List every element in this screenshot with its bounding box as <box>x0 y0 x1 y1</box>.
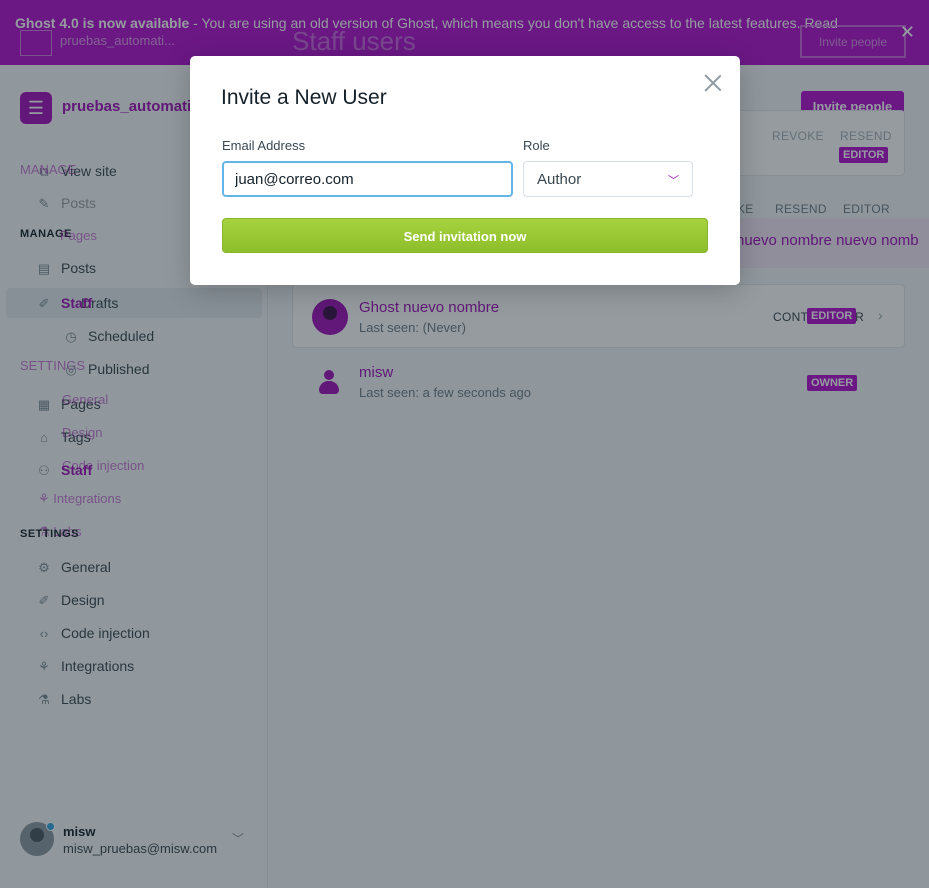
role-label: Role <box>523 138 550 153</box>
email-label: Email Address <box>222 138 306 153</box>
email-field[interactable] <box>222 161 513 197</box>
invite-user-modal: Invite a New User Email Address Role Aut… <box>190 56 740 285</box>
close-icon[interactable] <box>702 72 724 94</box>
role-select[interactable]: Author ﹀ <box>523 161 693 197</box>
modal-title: Invite a New User <box>221 86 387 109</box>
chevron-down-icon: ﹀ <box>668 175 679 187</box>
send-invitation-button[interactable]: Send invitation now <box>222 218 708 253</box>
role-select-value: Author <box>537 171 582 188</box>
